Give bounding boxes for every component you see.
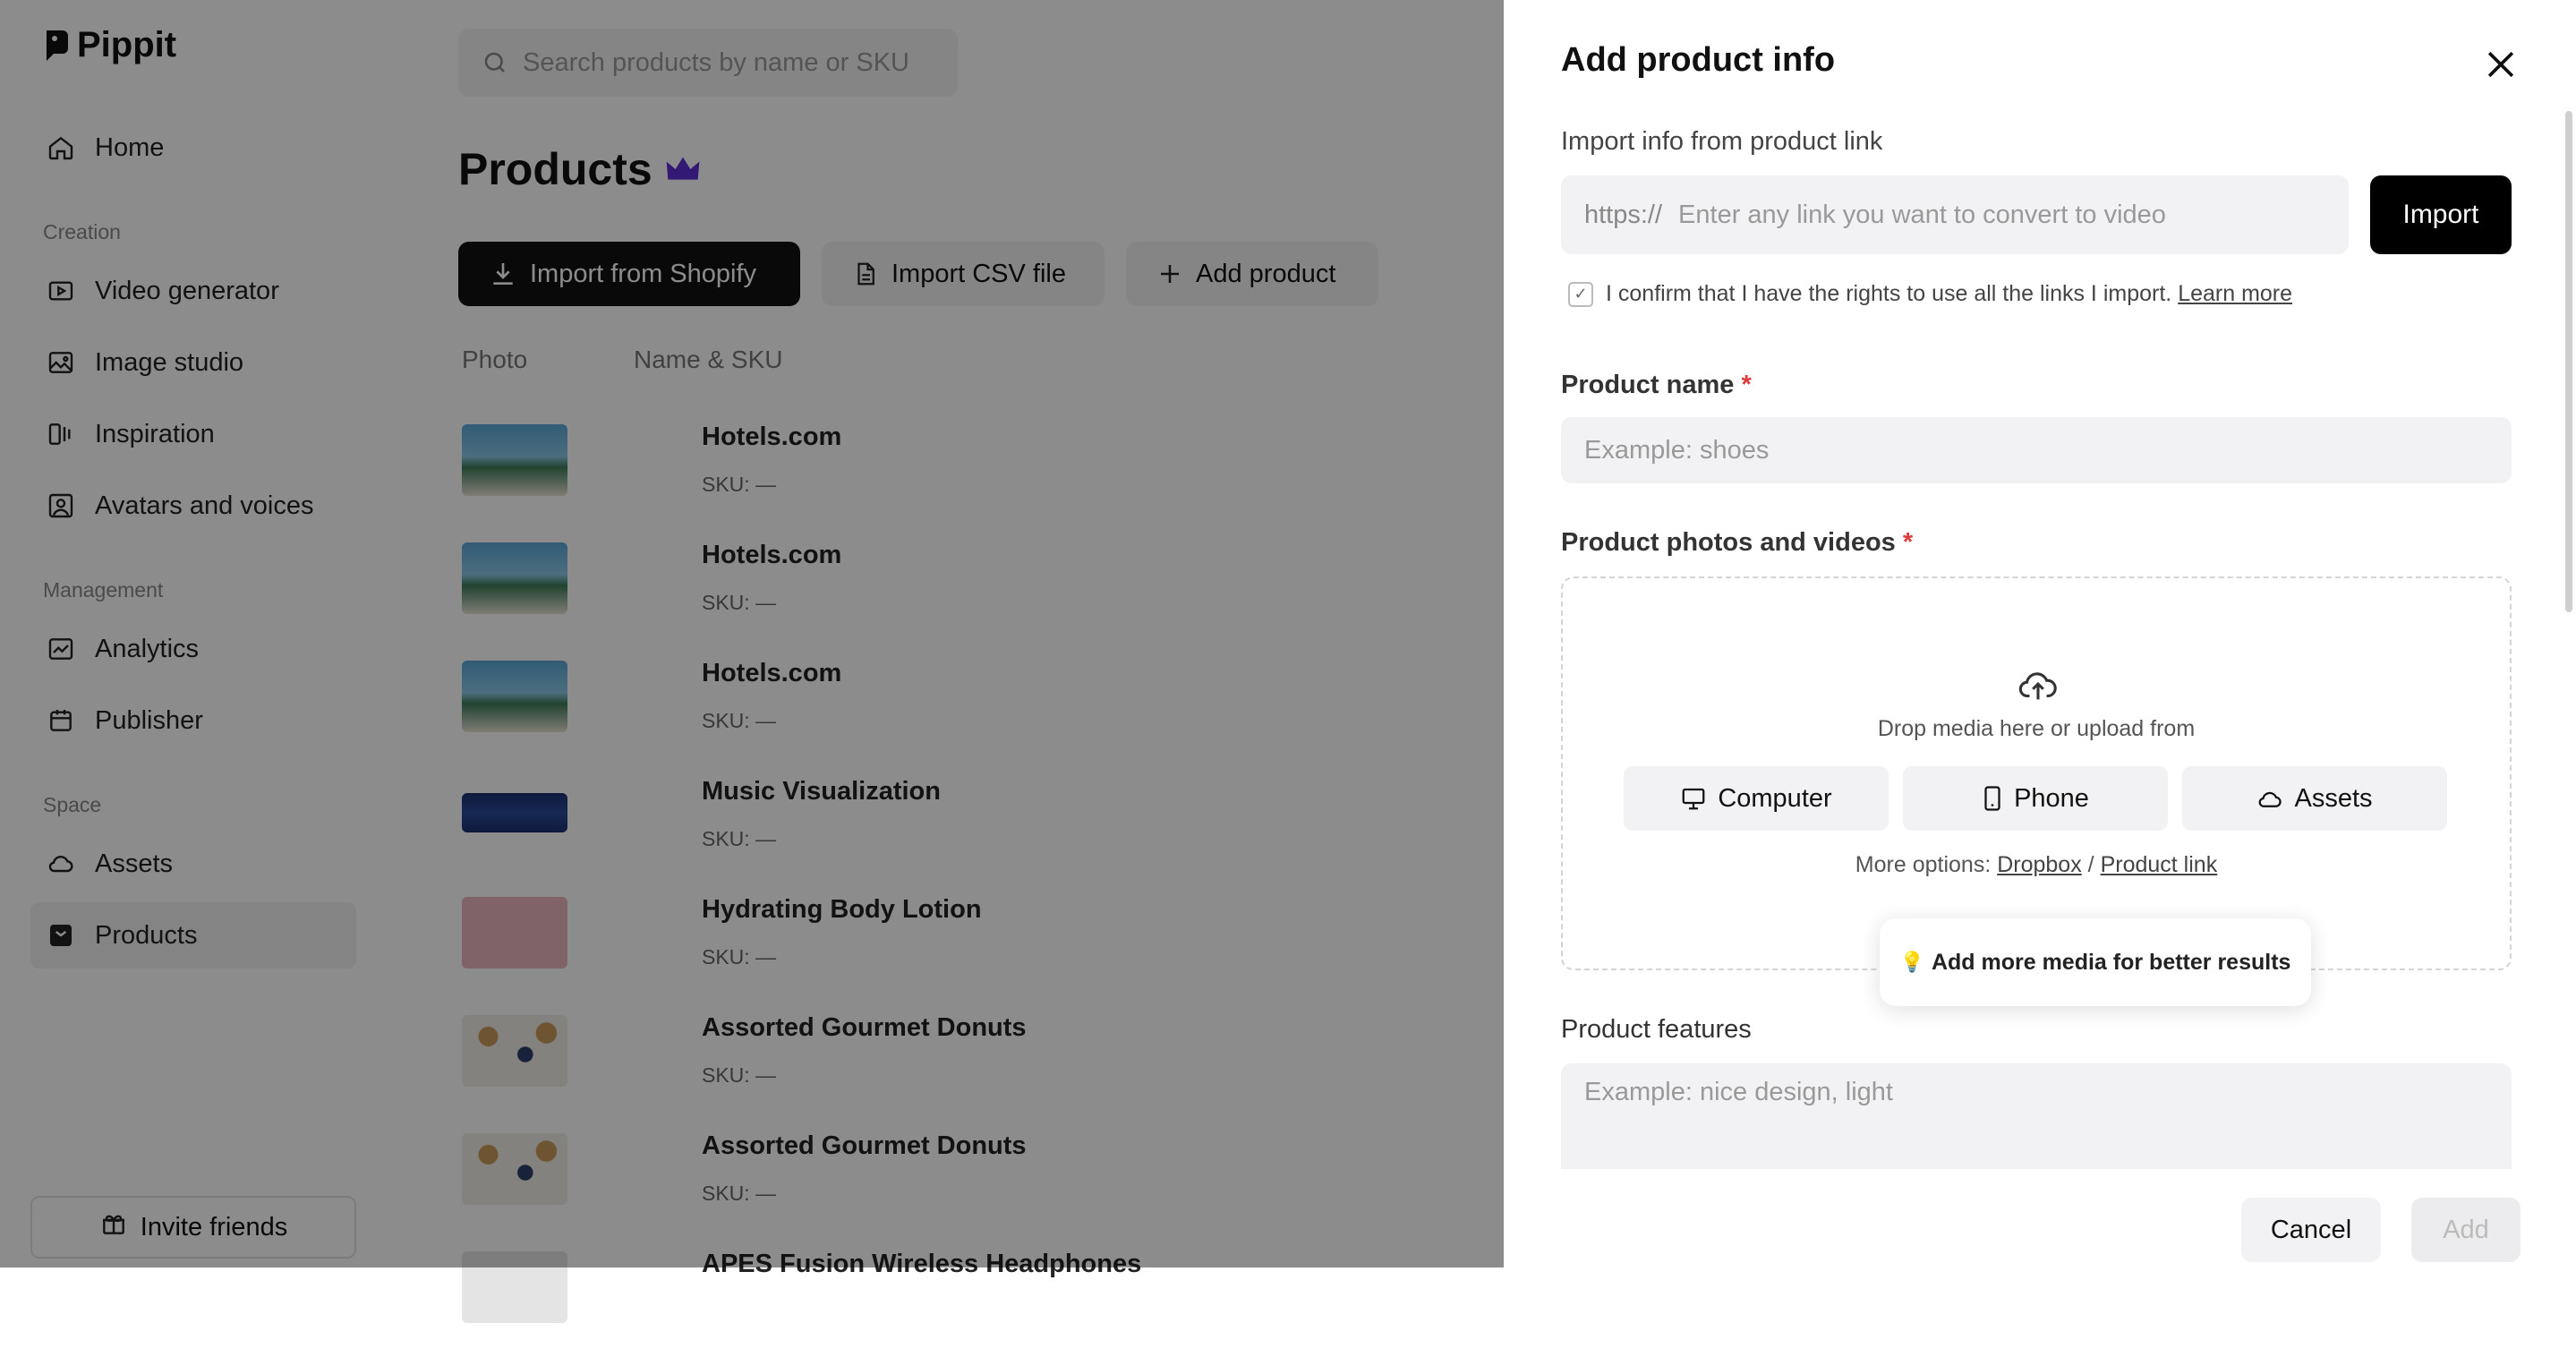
confirm-text: I confirm that I have the rights to use … (1606, 281, 2172, 306)
upload-phone-button[interactable]: Phone (1903, 766, 2168, 831)
tooltip-text: Add more media for better results (1931, 949, 2291, 975)
close-button[interactable] (2481, 45, 2521, 84)
add-button[interactable]: Add (2411, 1198, 2521, 1262)
features-placeholder: Example: nice design, light (1584, 1078, 1893, 1106)
cloud-upload-icon (2018, 672, 2057, 700)
cancel-button[interactable]: Cancel (2241, 1198, 2381, 1262)
close-icon (2487, 51, 2514, 78)
product-name-placeholder: Example: shoes (1584, 435, 1770, 465)
product-link-option[interactable]: Product link (2101, 852, 2218, 877)
panel-scrollbar[interactable] (2565, 111, 2572, 612)
url-prefix: https:// (1584, 200, 1663, 229)
upload-computer-label: Computer (1718, 783, 1832, 813)
more-options-label: More options: (1855, 852, 1992, 877)
upload-assets-label: Assets (2294, 783, 2373, 813)
media-label-text: Product photos and videos (1561, 528, 1896, 557)
drop-text: Drop media here or upload from (1877, 716, 2196, 741)
product-name-label: Product name * (1561, 371, 1752, 400)
lightbulb-icon: 💡 (1899, 951, 1924, 973)
required-asterisk: * (1741, 371, 1752, 399)
tooltip-add-more-media: 💡 Add more media for better results (1880, 918, 2311, 1006)
media-dropzone[interactable]: Drop media here or upload from Computer … (1561, 576, 2512, 1006)
panel-title: Add product info (1561, 41, 1836, 79)
monitor-icon (1682, 788, 1705, 810)
import-link-label: Import info from product link (1561, 127, 1883, 156)
required-asterisk: * (1902, 528, 1914, 557)
upload-computer-button[interactable]: Computer (1624, 766, 1889, 831)
phone-icon (1984, 786, 2000, 811)
product-name-input[interactable]: Example: shoes (1561, 417, 2512, 483)
media-label: Product photos and videos * (1561, 528, 1913, 558)
cloud-icon (2259, 791, 2282, 807)
rights-confirmation: ✓ I confirm that I have the rights to us… (1568, 281, 2292, 307)
product-link-placeholder: Enter any link you want to convert to vi… (1678, 200, 2166, 229)
upload-phone-label: Phone (2014, 783, 2089, 813)
rights-checkbox[interactable]: ✓ (1568, 281, 1593, 307)
features-label: Product features (1561, 1015, 1752, 1044)
product-name-label-text: Product name (1561, 371, 1735, 399)
import-button[interactable]: Import (2370, 175, 2512, 254)
more-options: More options: Dropbox / Product link (1563, 852, 2510, 878)
modal-backdrop[interactable] (0, 0, 1504, 1267)
add-product-panel: Add product info Import info from produc… (1504, 0, 2576, 1267)
upload-assets-button[interactable]: Assets (2182, 766, 2447, 831)
product-link-input[interactable]: https:// Enter any link you want to conv… (1561, 175, 2349, 254)
dropbox-link[interactable]: Dropbox (1997, 852, 2082, 877)
options-separator: / (2087, 852, 2094, 877)
learn-more-link[interactable]: Learn more (2178, 281, 2292, 306)
features-input[interactable]: Example: nice design, light (1561, 1063, 2512, 1169)
